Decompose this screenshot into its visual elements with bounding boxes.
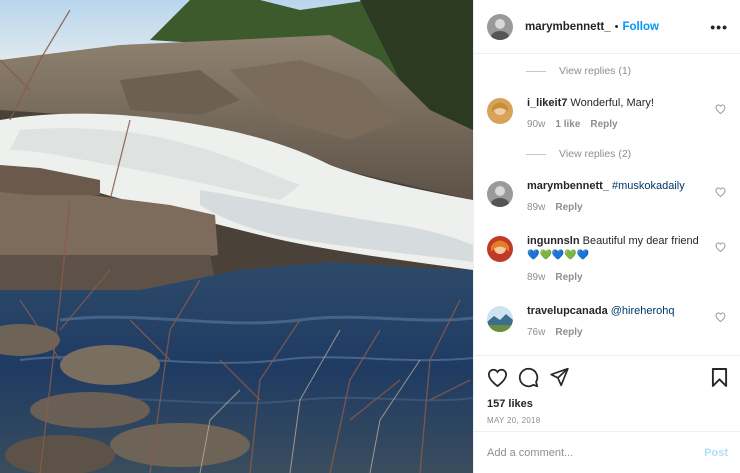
comment-item: travelupcanada @hireherohq 76w Reply — [487, 304, 728, 338]
comment-like-icon[interactable] — [715, 312, 726, 325]
comment-input[interactable] — [487, 446, 705, 459]
view-replies-label: View replies (2) — [559, 148, 632, 160]
comment-username[interactable]: marymbennett_ — [527, 180, 609, 192]
commenter-avatar[interactable] — [487, 236, 513, 262]
comments-list: View replies (1) i_likeit7 Wonderful, Ma… — [474, 55, 740, 355]
share-icon[interactable] — [549, 367, 570, 387]
comment-mention[interactable]: @hireherohq — [611, 305, 675, 317]
comment-likes[interactable]: 1 like — [555, 119, 580, 130]
follow-button[interactable]: Follow — [623, 21, 659, 33]
reply-button[interactable]: Reply — [555, 272, 582, 283]
reply-button[interactable]: Reply — [555, 202, 582, 213]
comment-item: marymbennett_ #muskokadaily 89w Reply — [487, 179, 728, 213]
comment-item: i_likeit7 Wonderful, Mary! 90w 1 like Re… — [487, 96, 728, 130]
commenter-avatar[interactable] — [487, 181, 513, 207]
replies-line — [526, 153, 546, 155]
waterfall-photo — [0, 0, 473, 473]
action-icons — [487, 366, 728, 388]
comment-text: Wonderful, Mary! — [570, 97, 654, 109]
reply-button[interactable]: Reply — [590, 119, 617, 130]
view-replies-button[interactable]: View replies (1) — [526, 65, 631, 77]
comment-username[interactable]: ingunnsln — [527, 235, 580, 247]
instagram-post: marymbennett_ • Follow ••• View replies … — [0, 0, 740, 473]
reply-button[interactable]: Reply — [555, 327, 582, 338]
author-username[interactable]: marymbennett_ — [525, 21, 611, 33]
author-avatar[interactable] — [487, 13, 513, 40]
comment-hashtag[interactable]: #muskokadaily — [612, 180, 685, 192]
add-comment-bar: Post — [474, 431, 740, 473]
replies-line — [526, 70, 546, 72]
comment-time[interactable]: 76w — [527, 327, 545, 338]
comment-like-icon[interactable] — [715, 187, 726, 200]
header-separator: • — [614, 20, 619, 33]
post-sidebar: marymbennett_ • Follow ••• View replies … — [473, 0, 740, 473]
post-date[interactable]: MAY 20, 2018 — [487, 416, 728, 425]
comment-username[interactable]: travelupcanada — [527, 305, 608, 317]
post-header: marymbennett_ • Follow ••• — [474, 0, 740, 54]
bookmark-icon[interactable] — [711, 367, 728, 388]
view-replies-label: View replies (1) — [559, 65, 632, 77]
commenter-avatar[interactable] — [487, 98, 513, 124]
comment-text: Beautiful my dear friend — [582, 235, 699, 247]
comment-icon[interactable] — [518, 367, 539, 388]
comment-like-icon[interactable] — [715, 104, 726, 117]
comment-time[interactable]: 90w — [527, 119, 545, 130]
like-icon[interactable] — [487, 368, 508, 387]
comment-time[interactable]: 89w — [527, 202, 545, 213]
post-actions: 157 likes MAY 20, 2018 — [474, 355, 740, 425]
more-options-icon[interactable]: ••• — [710, 19, 728, 35]
post-photo[interactable] — [0, 0, 473, 473]
comment-time[interactable]: 89w — [527, 272, 545, 283]
comment-item: ingunnsln Beautiful my dear friend 💙💚💙💚💙 … — [487, 234, 728, 283]
post-comment-button[interactable]: Post — [704, 447, 728, 459]
likes-count[interactable]: 157 likes — [487, 398, 728, 410]
comment-emoji: 💙💚💙💚💙 — [527, 250, 590, 261]
comment-username[interactable]: i_likeit7 — [527, 97, 567, 109]
comment-like-icon[interactable] — [715, 242, 726, 255]
view-replies-button[interactable]: View replies (2) — [526, 148, 631, 160]
commenter-avatar[interactable] — [487, 306, 513, 332]
